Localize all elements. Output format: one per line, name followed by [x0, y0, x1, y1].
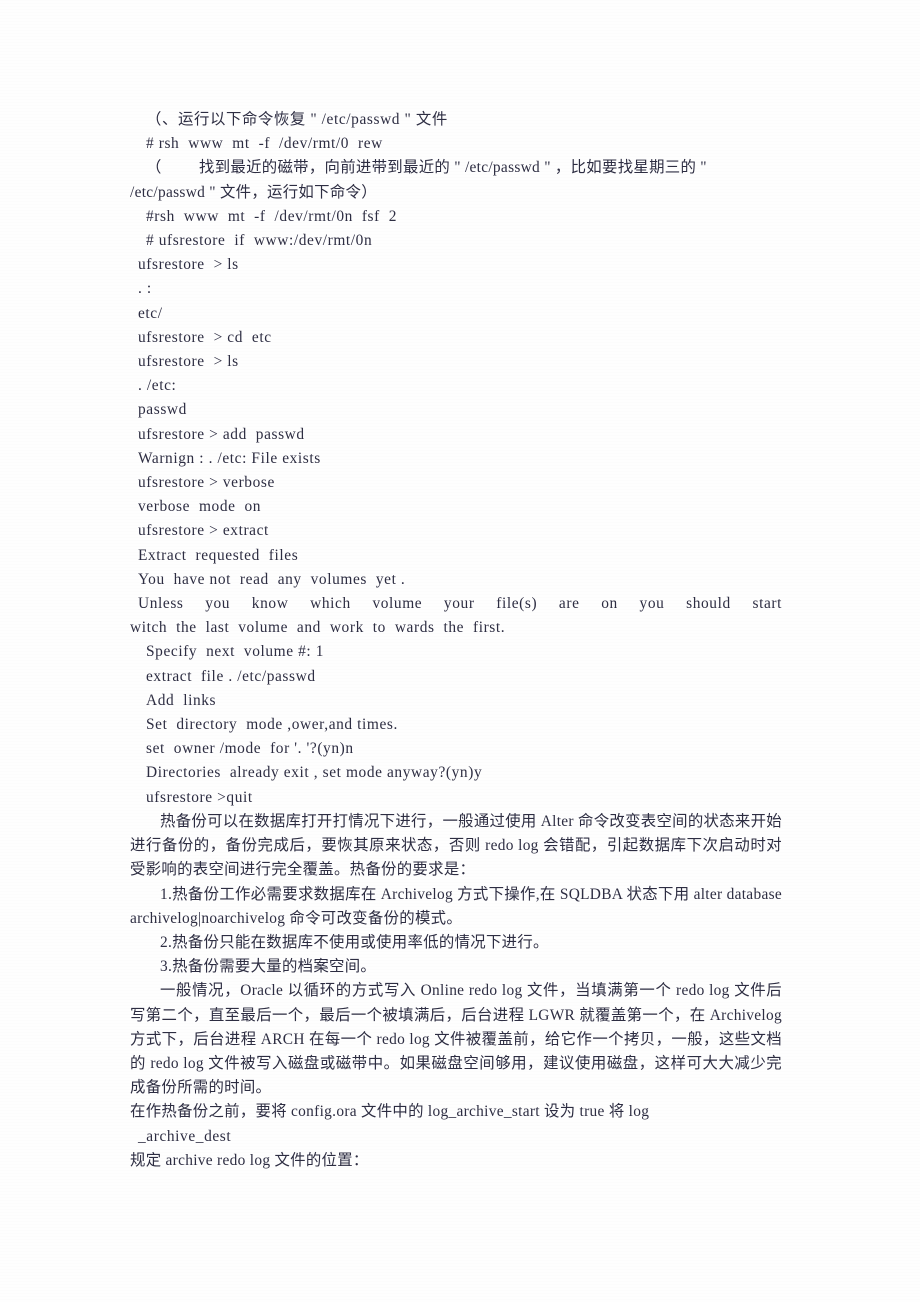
document-body: （、运行以下命令恢复 " /etc/passwd " 文件 # rsh www … [130, 108, 782, 1173]
doc-line-tape-note: （ 找到最近的磁带，向前进带到最近的 " /etc/passwd " ，比如要找… [146, 159, 707, 177]
doc-line-dot-etc: . /etc: [138, 377, 177, 395]
doc-line-no-volumes-read: You have not read any volumes yet . [138, 570, 406, 588]
doc-line-ufsrestore-ls-1: ufsrestore > ls [138, 256, 239, 274]
doc-line-extract-requested: Extract requested files [138, 546, 299, 564]
doc-line-ufsrestore-extract: ufsrestore > extract [138, 522, 269, 540]
doc-line-ufsrestore-add: ufsrestore > add passwd [138, 425, 305, 443]
paragraph-redo-log-explanation: 一般情况，Oracle 以循环的方式写入 Online redo log 文件，… [130, 982, 782, 1097]
doc-line-warning-file-exists: Warnign : . /etc: File exists [138, 449, 321, 467]
doc-line-unless-volume-warning-cont: witch the last volume and work to wards … [130, 619, 506, 637]
doc-line-ufsrestore-if: # ufsrestore if www:/dev/rmt/0n [146, 232, 373, 250]
document-page: （、运行以下命令恢复 " /etc/passwd " 文件 # rsh www … [0, 0, 920, 1302]
doc-line-specify-volume: Specify next volume #: 1 [146, 643, 325, 661]
requirement-item-3: 3.热备份需要大量的档案空间。 [160, 958, 377, 976]
doc-line-ufsrestore-cd-etc: ufsrestore > cd etc [138, 328, 272, 346]
doc-line-extract-file: extract file . /etc/passwd [146, 667, 316, 685]
paragraph-hot-backup-intro: 热备份可以在数据库打开打情况下进行，一般通过使用 Alter 命令改变表空间的状… [130, 812, 782, 879]
doc-line-verbose-mode-on: verbose mode on [138, 498, 262, 516]
doc-line-rsh-rew: # rsh www mt -f /dev/rmt/0 rew [146, 135, 383, 153]
doc-line-ufsrestore-verbose: ufsrestore > verbose [138, 474, 275, 492]
doc-line-tape-note-cont: /etc/passwd " 文件，运行如下命令） [130, 183, 377, 201]
doc-line-config-ora: 在作热备份之前，要将 config.ora 文件中的 log_archive_s… [130, 1103, 650, 1121]
doc-line-log-archive-dest: _archive_dest [138, 1127, 232, 1145]
doc-line-set-owner-mode: set owner /mode for '. '?(yn)n [146, 740, 354, 758]
doc-line-archive-location: 规定 archive redo log 文件的位置： [130, 1151, 369, 1169]
doc-line-add-links: Add links [146, 691, 217, 709]
doc-line-ufsrestore-ls-2: ufsrestore > ls [138, 353, 239, 371]
doc-line-directories-exist: Directories already exit , set mode anyw… [146, 764, 483, 782]
doc-line-etc-dir: etc/ [138, 304, 163, 322]
doc-line-rsh-fsf: #rsh www mt -f /dev/rmt/0n fsf 2 [146, 207, 398, 225]
doc-line-ufsrestore-quit: ufsrestore >quit [146, 788, 253, 806]
doc-line-dot-colon: . : [138, 280, 152, 298]
requirement-item-1: 1.热备份工作必需要求数据库在 Archivelog 方式下操作,在 SQLDB… [130, 885, 782, 927]
doc-line-unless-volume-warning: Unless you know which volume your file(s… [138, 595, 782, 613]
doc-line-restore-intro: （、运行以下命令恢复 " /etc/passwd " 文件 [146, 111, 448, 128]
requirement-item-2: 2.热备份只能在数据库不使用或使用率低的情况下进行。 [160, 933, 549, 951]
doc-line-passwd: passwd [138, 401, 187, 419]
doc-line-set-directory-mode: Set directory mode ,ower,and times. [146, 716, 398, 734]
